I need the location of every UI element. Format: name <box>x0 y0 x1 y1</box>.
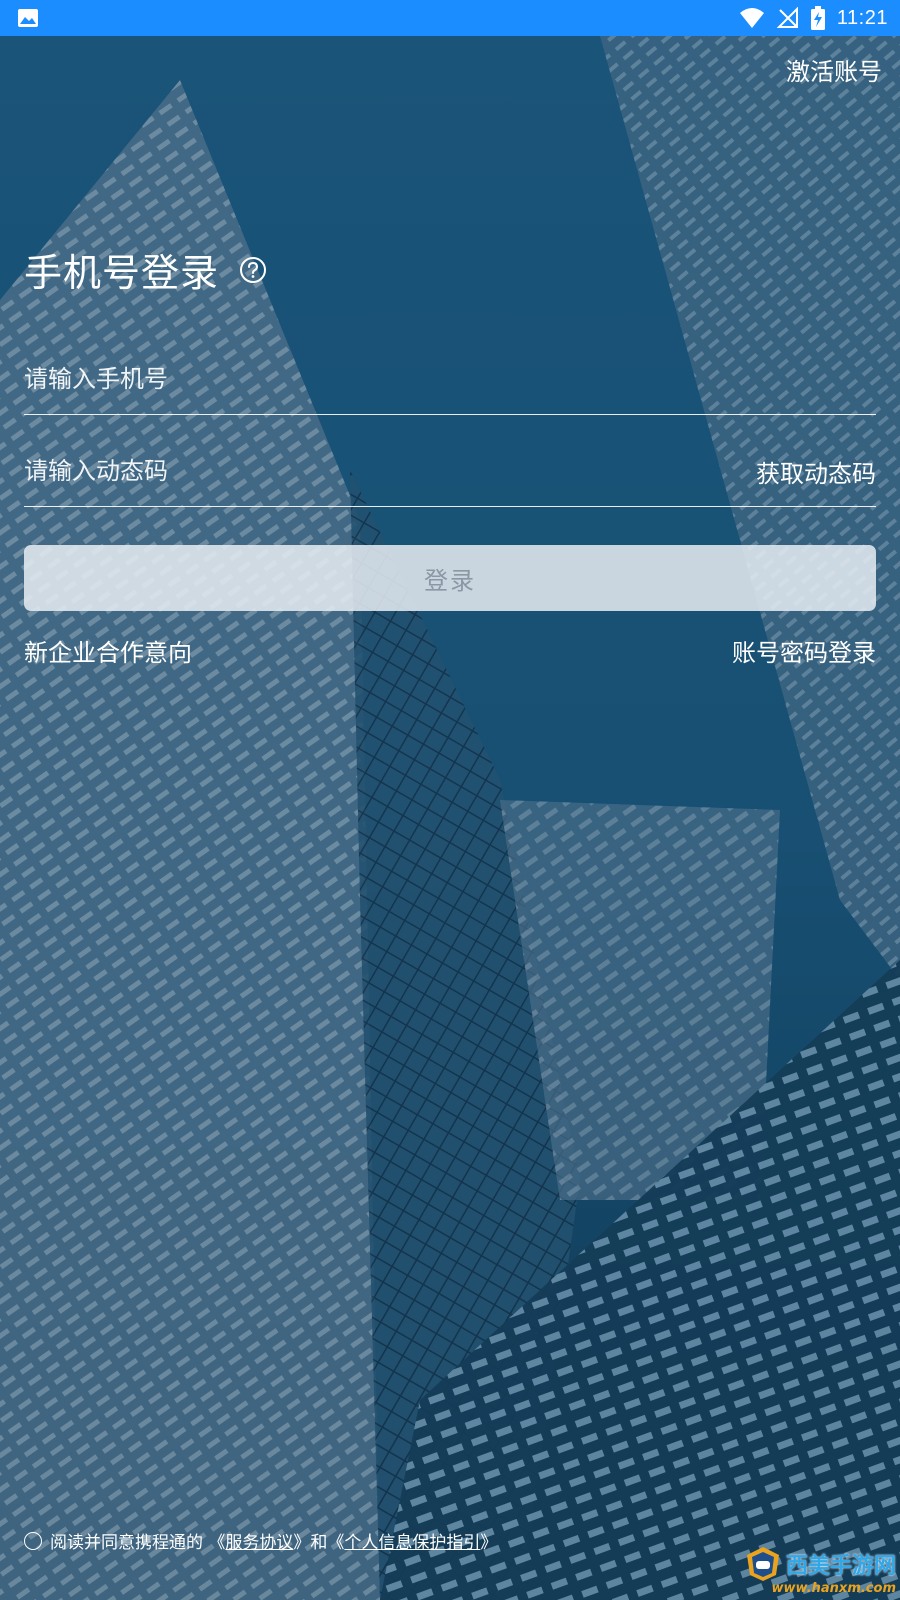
watermark: 西美手游网 www.hanxm.com <box>744 1545 896 1596</box>
wifi-icon <box>739 8 764 28</box>
agreement-row: 阅读并同意携程通的 《 服务协议 》和《 个人信息保护指引 》 <box>24 1528 497 1553</box>
status-time: 11:21 <box>836 6 888 29</box>
privacy-guide-link[interactable]: 个人信息保护指引 <box>344 1528 480 1553</box>
agreement-middle: 》和《 <box>293 1533 345 1553</box>
watermark-name: 西美手游网 <box>785 1553 896 1578</box>
phone-input[interactable] <box>24 344 624 414</box>
no-signal-icon <box>776 7 798 28</box>
code-input[interactable] <box>24 436 624 506</box>
get-code-button[interactable]: 获取动态码 <box>756 454 876 489</box>
new-enterprise-link[interactable]: 新企业合作意向 <box>24 633 192 668</box>
battery-charging-icon <box>810 6 825 30</box>
agreement-suffix: 》 <box>480 1533 498 1553</box>
watermark-logo-icon <box>746 1547 779 1581</box>
service-agreement-link[interactable]: 服务协议 <box>225 1528 293 1553</box>
agreement-prefix: 阅读并同意携程通的 《 <box>50 1533 226 1553</box>
watermark-logo-row: 西美手游网 <box>744 1545 896 1583</box>
login-button[interactable]: 登录 <box>24 545 876 611</box>
code-field: 获取动态码 <box>24 436 876 507</box>
password-login-link[interactable]: 账号密码登录 <box>732 633 876 668</box>
page-title: 手机号登录 <box>24 251 220 295</box>
image-icon <box>18 9 38 27</box>
status-bar: 11:21 <box>0 0 900 36</box>
help-icon[interactable] <box>239 256 267 284</box>
activate-account-link[interactable]: 激活账号 <box>786 52 882 87</box>
phone-field <box>24 344 876 415</box>
watermark-url: www.hanxm.com <box>771 1581 896 1596</box>
radio-unchecked-icon[interactable] <box>24 1531 42 1550</box>
login-screen: 激活账号 手机号登录 获取动态码 登录 新企业合作意向 账号密码登录 阅读并同意… <box>0 0 900 1600</box>
title-row: 手机号登录 <box>24 242 267 297</box>
